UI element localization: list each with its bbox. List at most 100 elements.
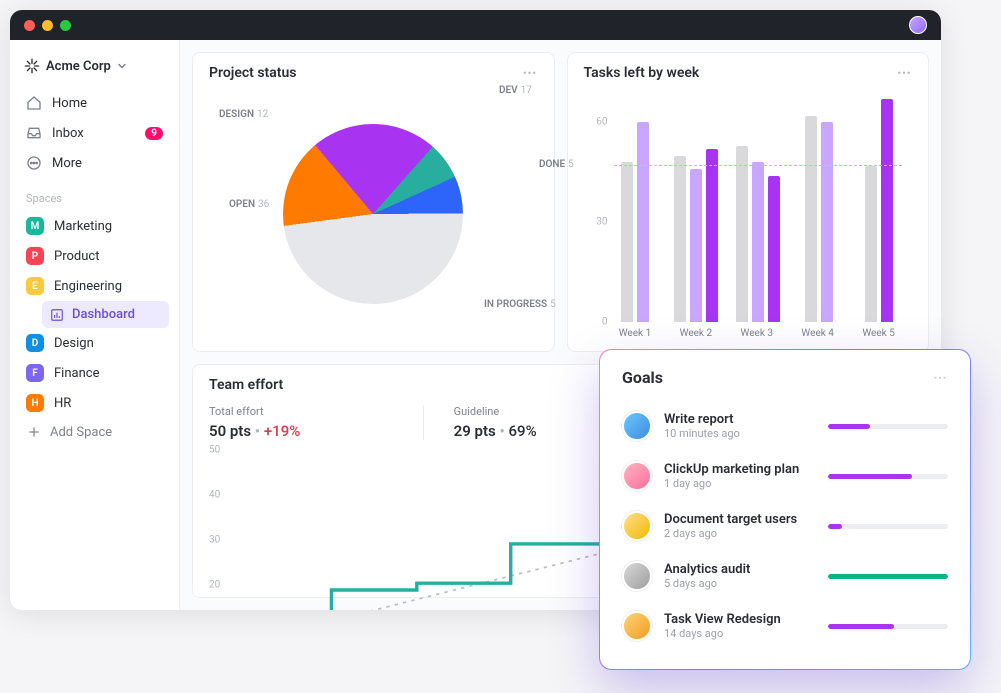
nav-home[interactable]: Home xyxy=(20,88,169,118)
goals-menu-button[interactable]: ⋯ xyxy=(933,370,948,386)
goal-row[interactable]: ClickUp marketing plan 1 day ago xyxy=(622,451,948,501)
metric-label: Total effort xyxy=(209,405,403,418)
x-label: Week 4 xyxy=(796,328,839,339)
space-item-engineering[interactable]: E Engineering xyxy=(20,271,169,301)
space-item-hr[interactable]: H HR xyxy=(20,388,169,418)
goal-row[interactable]: Write report 10 minutes ago xyxy=(622,401,948,451)
y-tick: 0 xyxy=(602,317,608,328)
y-tick: 60 xyxy=(596,117,607,128)
minimize-window-button[interactable] xyxy=(42,20,53,31)
space-badge: M xyxy=(26,217,44,235)
bar xyxy=(706,149,718,322)
pie-label-design: DESIGN12 xyxy=(219,109,268,120)
tasks-left-card: Tasks left by week ⋯ 03060 Week 1 Week 2 W… xyxy=(567,52,930,352)
maximize-window-button[interactable] xyxy=(60,20,71,31)
bar xyxy=(865,166,877,322)
space-item-product[interactable]: PProduct xyxy=(20,241,169,271)
dashboard-icon xyxy=(50,308,64,322)
nav-more[interactable]: More xyxy=(20,148,169,178)
y-tick: 50 xyxy=(209,445,220,456)
nav-inbox-label: Inbox xyxy=(52,126,84,141)
nav-inbox[interactable]: Inbox 9 xyxy=(20,118,169,148)
add-space-label: Add Space xyxy=(50,425,112,440)
bar-group xyxy=(736,89,780,322)
titlebar xyxy=(10,10,941,40)
bar xyxy=(736,146,748,322)
space-label: Marketing xyxy=(54,219,112,234)
sidebar: Acme Corp Home Inbox 9 More Spaces M Mark… xyxy=(10,40,180,610)
dashboard-subitem[interactable]: Dashboard xyxy=(42,301,169,328)
dashboard-label: Dashboard xyxy=(72,307,135,322)
bar-group xyxy=(674,89,718,322)
goal-time: 14 days ago xyxy=(664,627,816,640)
x-label: Week 5 xyxy=(857,328,900,339)
pie-label-dev: DEV17 xyxy=(499,85,532,96)
card-menu-button[interactable]: ⋯ xyxy=(897,65,912,81)
space-item-design[interactable]: DDesign xyxy=(20,328,169,358)
pie-label-done: DONE5 xyxy=(539,159,574,170)
space-badge: E xyxy=(26,277,44,295)
bar-group xyxy=(798,89,840,322)
space-label: Engineering xyxy=(54,279,122,294)
card-title: Tasks left by week xyxy=(584,65,700,81)
goal-time: 5 days ago xyxy=(664,577,816,590)
goal-row[interactable]: Task View Redesign 14 days ago xyxy=(622,601,948,651)
space-label: Finance xyxy=(54,366,99,381)
goals-title: Goals xyxy=(622,368,663,387)
bar xyxy=(621,162,633,322)
card-title: Project status xyxy=(209,65,296,81)
space-badge: F xyxy=(26,364,44,382)
bar xyxy=(752,162,764,322)
goal-title: Analytics audit xyxy=(664,562,816,577)
close-window-button[interactable] xyxy=(24,20,35,31)
tasks-left-bar-chart: 03060 xyxy=(584,89,913,322)
card-title: Team effort xyxy=(209,377,283,393)
goal-time: 1 day ago xyxy=(664,477,816,490)
space-label: Product xyxy=(54,249,99,264)
goal-progress xyxy=(828,624,948,629)
goal-avatar xyxy=(622,611,652,641)
org-logo-icon xyxy=(24,58,40,74)
x-label: Week 1 xyxy=(614,328,657,339)
spaces-section-label: Spaces xyxy=(20,178,169,211)
y-tick: 20 xyxy=(209,580,220,591)
y-tick: 30 xyxy=(209,535,220,546)
goal-avatar xyxy=(622,411,652,441)
goal-title: Write report xyxy=(664,412,816,427)
bar-group xyxy=(858,89,900,322)
goal-row[interactable]: Document target users 2 days ago xyxy=(622,501,948,551)
goal-time: 2 days ago xyxy=(664,527,816,540)
add-space-button[interactable]: Add Space xyxy=(20,418,169,446)
y-tick: 40 xyxy=(209,490,220,501)
space-item-finance[interactable]: F Finance xyxy=(20,358,169,388)
bar xyxy=(637,122,649,322)
org-name: Acme Corp xyxy=(46,59,111,74)
window-controls xyxy=(24,20,71,31)
goal-title: Document target users xyxy=(664,512,816,527)
bar xyxy=(881,99,893,322)
goal-title: Task View Redesign xyxy=(664,612,816,627)
more-icon xyxy=(26,155,42,171)
nav-home-label: Home xyxy=(52,96,87,111)
plus-icon xyxy=(26,424,42,440)
space-badge: H xyxy=(26,394,44,412)
goal-progress xyxy=(828,424,948,429)
goal-progress xyxy=(828,474,948,479)
card-menu-button[interactable]: ⋯ xyxy=(523,65,538,81)
x-label: Week 2 xyxy=(674,328,717,339)
goal-avatar xyxy=(622,511,652,541)
org-switcher[interactable]: Acme Corp xyxy=(20,52,169,80)
pie-label-open: OPEN36 xyxy=(229,199,269,210)
metric-total-effort: Total effort 50 pts • +19% xyxy=(209,405,424,440)
goal-time: 10 minutes ago xyxy=(664,427,816,440)
space-label: HR xyxy=(54,396,71,411)
nav-more-label: More xyxy=(52,156,82,171)
chevron-down-icon xyxy=(117,61,127,71)
user-avatar[interactable] xyxy=(909,16,927,34)
inbox-count-badge: 9 xyxy=(145,127,163,140)
bar xyxy=(821,122,833,322)
goal-row[interactable]: Analytics audit 5 days ago xyxy=(622,551,948,601)
bar xyxy=(768,176,780,322)
space-item-marketing[interactable]: M Marketing xyxy=(20,211,169,241)
goal-progress xyxy=(828,524,948,529)
